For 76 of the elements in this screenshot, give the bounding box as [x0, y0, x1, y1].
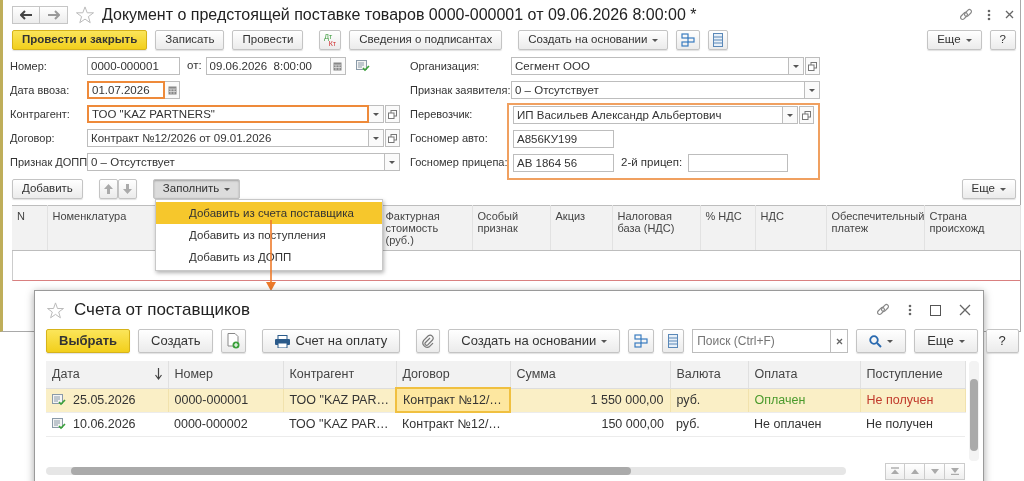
column-header[interactable]: Оплата [748, 361, 860, 388]
column-header[interactable]: Поступление [860, 361, 965, 388]
field-label: Госномер прицепа: [410, 154, 508, 170]
invoice-button[interactable]: Счет на оплату [262, 329, 401, 353]
create-button[interactable]: Создать [138, 329, 214, 353]
column-header[interactable]: Дата [52, 364, 80, 384]
column-header[interactable]: Контрагент [283, 361, 396, 388]
more-button[interactable]: Еще [927, 30, 982, 50]
input-field[interactable]: ИП Васильев Александр Альбертович [513, 106, 783, 124]
column-header[interactable]: Договор [396, 361, 510, 388]
field-label: Признак ДОПП: [10, 154, 87, 170]
column-header[interactable]: Сумма [510, 361, 670, 388]
create-based-on-button[interactable]: Создать на основании [518, 30, 669, 50]
column-header[interactable]: Валюта [670, 361, 748, 388]
column-header[interactable]: Номер [168, 361, 283, 388]
field-label: Госномер авто: [410, 130, 488, 146]
number-field[interactable]: 0000-000001 [87, 57, 180, 75]
field-label: Признак заявителя: [410, 82, 511, 98]
column-header[interactable]: Налоговая база (НДС) [612, 205, 700, 251]
column-header[interactable]: Особый признак [472, 205, 550, 251]
column-header[interactable]: Акциз [550, 205, 612, 251]
post-button[interactable]: Провести [232, 30, 304, 50]
window-title: Счета от поставщиков [74, 299, 251, 322]
table-cell[interactable]: Контракт №12/… [396, 388, 510, 412]
select-field[interactable]: 0 – Отсутствует [87, 153, 385, 171]
column-header[interactable]: Страна происхожд [924, 205, 1020, 251]
field-label: Контрагент: [10, 106, 71, 122]
column-header[interactable]: N [12, 205, 47, 251]
table-cell-text: 25.05.2026 [73, 391, 136, 409]
field-label: Номер: [10, 58, 48, 74]
table-cell: руб. [670, 412, 748, 436]
column-header[interactable]: % НДС [700, 205, 755, 251]
table-cell[interactable]: Контракт №12/… [396, 412, 510, 436]
select-field[interactable]: 0 – Отсутствует [511, 81, 805, 99]
window-title: Документ о предстоящей поставке товаров 0000-000001 от 09.06.2026 8:00:00 * [102, 4, 697, 25]
input-field[interactable]: Контракт №12/2026 от 09.01.2026 [87, 129, 369, 147]
more-button[interactable]: Еще [914, 329, 978, 353]
menu-item[interactable]: Добавить из счета поставщика [156, 202, 382, 224]
post-and-close-button[interactable]: Провести и закрыть [12, 30, 148, 50]
table-row[interactable]: 25.05.2026 0000-000001 ТОО "KAZ PAR… Контракт №12/… 1 550 000,00 руб. Оплачен Не получен [46, 388, 965, 412]
field-label: Перевозчик: [410, 106, 473, 122]
table-row[interactable]: 10.06.2026 0000-000002 ТОО "KAZ PAR… Контракт №12/… 150 000,00 руб. Не оплачен Не получен [46, 412, 965, 436]
field-label: от: [187, 58, 202, 74]
field-label: 2-й прицеп: [621, 155, 683, 171]
signers-button[interactable]: Сведения о подписантах [349, 30, 503, 50]
field-label: Дата ввоза: [10, 82, 71, 98]
help-button[interactable]: ? [985, 329, 1019, 353]
table-cell: 0000-000002 [168, 412, 283, 436]
select-button[interactable]: Выбрать [46, 329, 131, 353]
table-cell: Не оплачен [748, 412, 860, 436]
save-button[interactable]: Записать [155, 30, 225, 50]
help-button[interactable]: ? [989, 30, 1016, 50]
field-label: Договор: [10, 130, 56, 146]
input-field[interactable]: АВ 1864 56 [513, 154, 614, 172]
input-field[interactable]: Сегмент ООО [511, 57, 789, 75]
table-cell: Оплачен [748, 388, 860, 412]
more-button[interactable]: Еще [961, 179, 1016, 199]
column-header[interactable]: Обеспечительный платеж [826, 205, 924, 251]
create-based-on-button[interactable]: Создать на основании [448, 329, 621, 353]
table-cell: Не получен [860, 388, 965, 412]
fill-button[interactable]: Заполнить [152, 179, 241, 199]
table-cell-text: 10.06.2026 [73, 415, 136, 433]
field-label: Организация: [410, 58, 481, 74]
table-cell: 1 550 000,00 [510, 388, 670, 412]
column-header[interactable]: НДС [755, 205, 826, 251]
table-cell: 150 000,00 [510, 412, 670, 436]
table-cell: 0000-000001 [168, 388, 283, 412]
input-field[interactable]: ТОО "KAZ PARTNERS" [87, 105, 369, 123]
search-field[interactable]: Поиск (Ctrl+F) [692, 329, 832, 353]
table-cell: Не получен [860, 412, 965, 436]
add-button[interactable]: Добавить [12, 179, 83, 199]
table-cell: ТОО "KAZ PAR… [283, 412, 396, 436]
date-field[interactable]: 09.06.2026 8:00:00 [205, 57, 331, 75]
input-field[interactable]: А856КУ199 [513, 130, 614, 148]
column-header[interactable]: Фактурная стоимость (руб.) [380, 205, 472, 251]
date-field[interactable]: 01.07.2026 [87, 81, 165, 99]
